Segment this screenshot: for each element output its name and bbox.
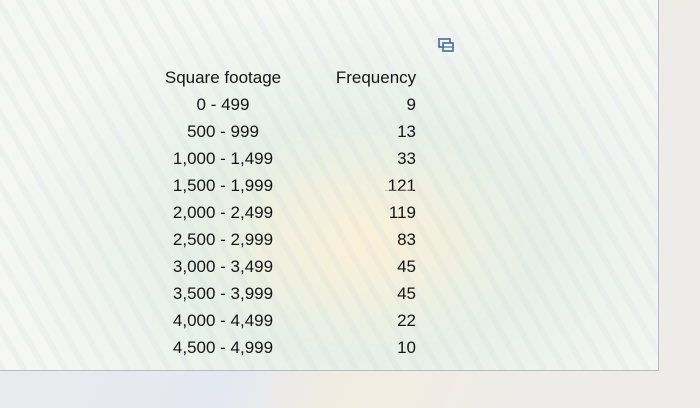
frequency-cell: 33: [397, 148, 416, 168]
row-pointer-line: [385, 190, 413, 191]
table-row: 500 - 999 13: [150, 118, 438, 145]
frequency-cell: 45: [397, 283, 416, 303]
range-cell: 3,000 - 3,499: [172, 256, 274, 276]
table-row: 3,000 - 3,499 45: [150, 253, 438, 280]
frequency-cell: 83: [397, 229, 416, 249]
copy-data-icon[interactable]: [438, 38, 454, 52]
frequency-cell: 13: [397, 121, 416, 141]
range-cell: 2,000 - 2,499: [172, 202, 274, 222]
range-cell: 3,500 - 3,999: [172, 283, 274, 303]
table-row: 1,000 - 1,499 33: [150, 145, 438, 172]
data-table-panel: Square footage Frequency 0 - 499 9 500 -…: [0, 0, 659, 371]
table-row: 1,500 - 1,999 121: [150, 172, 438, 199]
range-cell: 1,500 - 1,999: [172, 175, 274, 195]
screenshot: Square footage Frequency 0 - 499 9 500 -…: [0, 0, 700, 408]
range-cell: 2,500 - 2,999: [172, 229, 274, 249]
table-header-row: Square footage Frequency: [150, 64, 438, 91]
table-row: 3,500 - 3,999 45: [150, 280, 438, 307]
frequency-cell: 9: [406, 94, 416, 114]
table-row: 0 - 499 9: [150, 91, 438, 118]
frequency-cell: 119: [388, 202, 416, 222]
table-row: 2,500 - 2,999 83: [150, 226, 438, 253]
table-row: 2,000 - 2,499 119: [150, 199, 438, 226]
range-cell: 4,000 - 4,499: [172, 310, 274, 330]
range-cell: 4,500 - 4,999: [172, 337, 274, 357]
header-square-footage: Square footage: [164, 67, 282, 87]
range-cell: 1,000 - 1,499: [172, 148, 274, 168]
frequency-cell: 22: [397, 310, 416, 330]
range-cell: 0 - 499: [196, 94, 250, 114]
table-row: 4,500 - 4,999 10: [150, 334, 438, 361]
table-row: 4,000 - 4,499 22: [150, 307, 438, 334]
frequency-cell: 121: [387, 175, 416, 195]
frequency-cell: 10: [397, 337, 416, 357]
frequency-cell: 45: [397, 256, 416, 276]
range-cell: 500 - 999: [187, 121, 259, 141]
frequency-table: Square footage Frequency 0 - 499 9 500 -…: [150, 64, 438, 361]
header-frequency: Frequency: [335, 67, 417, 87]
